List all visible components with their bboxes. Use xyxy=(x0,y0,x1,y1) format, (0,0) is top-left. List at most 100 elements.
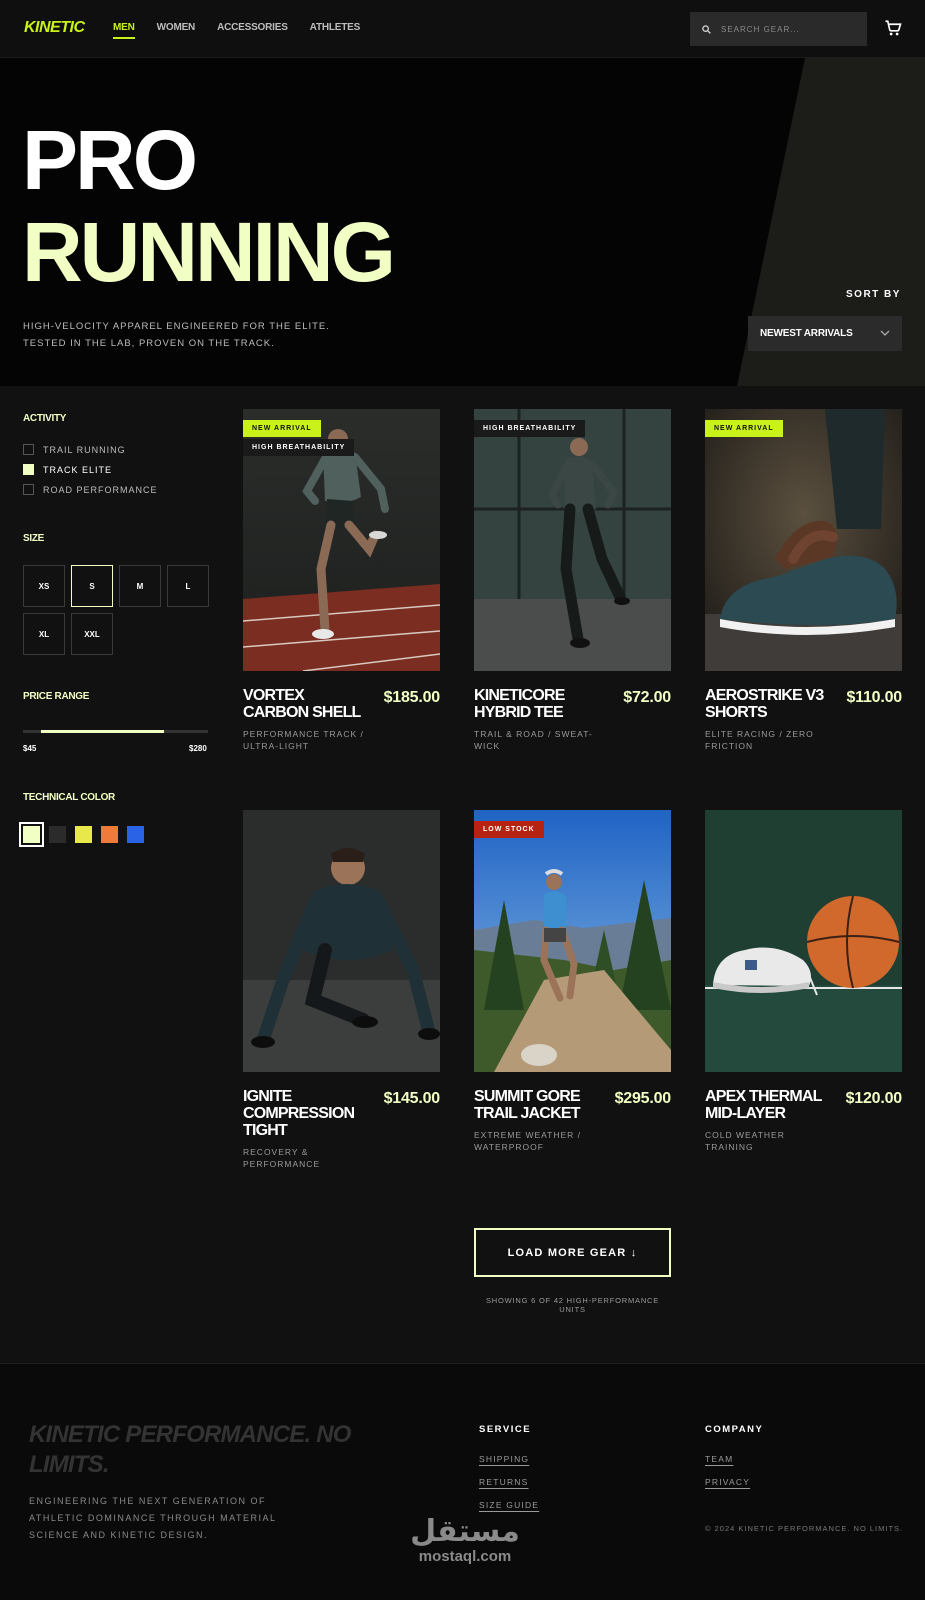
product-price: $72.00 xyxy=(623,689,671,706)
size-option-l[interactable]: L xyxy=(167,565,209,607)
price-min-label: $45 xyxy=(23,744,37,753)
footer-service-heading: SERVICE xyxy=(479,1424,532,1435)
activity-option-trail-running[interactable]: TRAIL RUNNING xyxy=(23,444,126,455)
hero-subtitle-line2: TESTED IN THE LAB, PROVEN ON THE TRACK. xyxy=(23,338,275,349)
product-name[interactable]: VORTEX CARBON SHELL xyxy=(243,687,373,721)
hero-banner: PRO RUNNING HIGH-VELOCITY APPAREL ENGINE… xyxy=(0,58,925,386)
hero-title-line2: RUNNING xyxy=(22,205,396,299)
badge-new-arrival: NEW ARRIVAL xyxy=(243,420,321,437)
search-input[interactable]: SEARCH GEAR... xyxy=(690,12,867,46)
product-category: TRAIL & ROAD / SWEAT-WICK xyxy=(474,729,593,751)
badge-high-breathability: HIGH BREATHABILITY xyxy=(243,439,355,456)
color-swatch-cream[interactable] xyxy=(19,822,44,847)
technical-color-heading: TECHNICAL COLOR xyxy=(23,792,115,803)
product-price: $110.00 xyxy=(846,689,902,706)
hero-title-line1: PRO xyxy=(22,113,198,207)
footer-description: ENGINEERING THE NEXT GENERATION OF ATHLE… xyxy=(29,1496,277,1540)
product-name[interactable]: IGNITE COMPRESSION TIGHT xyxy=(243,1088,373,1139)
product-name[interactable]: AEROSTRIKE V3 SHORTS xyxy=(705,687,835,721)
product-category: ELITE RACING / ZERO FRICTION xyxy=(705,729,814,751)
watermark-arabic: مستقل xyxy=(410,1514,520,1549)
footer-company-heading: COMPANY xyxy=(705,1424,764,1435)
product-image-trail-runner[interactable]: LOW STOCK xyxy=(474,810,671,1072)
product-price: $120.00 xyxy=(845,1090,903,1107)
footer-link-shipping[interactable]: SHIPPING xyxy=(479,1454,529,1464)
product-price: $295.00 xyxy=(614,1090,672,1107)
price-range-heading: PRICE RANGE xyxy=(23,691,90,702)
activity-heading: ACTIVITY xyxy=(23,413,67,424)
checkbox[interactable] xyxy=(23,444,34,455)
footer-link-returns[interactable]: RETURNS xyxy=(479,1477,529,1487)
color-swatch-blue[interactable] xyxy=(127,826,144,843)
size-option-m[interactable]: M xyxy=(119,565,161,607)
footer-link-privacy[interactable]: PRIVACY xyxy=(705,1477,750,1487)
badge-new-arrival: NEW ARRIVAL xyxy=(705,420,783,437)
search-placeholder: SEARCH GEAR... xyxy=(721,24,800,34)
hero-subtitle-line1: HIGH-VELOCITY APPAREL ENGINEERED FOR THE… xyxy=(23,321,330,332)
shoe-and-ball-illustration xyxy=(705,810,902,1072)
footer-link-size-guide[interactable]: SIZE GUIDE xyxy=(479,1500,539,1510)
lacing-shoe-illustration xyxy=(705,409,902,671)
hero-subtitle: HIGH-VELOCITY APPAREL ENGINEERED FOR THE… xyxy=(23,318,343,352)
product-name[interactable]: KINETICORE HYBRID TEE xyxy=(474,687,604,721)
page: KINETIC MEN WOMEN ACCESSORIES ATHLETES S… xyxy=(0,0,925,1600)
activity-option-label: TRAIL RUNNING xyxy=(43,444,126,455)
product-name[interactable]: APEX THERMAL MID-LAYER xyxy=(705,1088,835,1122)
chevron-down-icon xyxy=(880,330,890,336)
sort-label: SORT BY xyxy=(846,289,901,300)
main-nav: MEN WOMEN ACCESSORIES ATHLETES xyxy=(113,22,382,39)
size-option-xs[interactable]: XS xyxy=(23,565,65,607)
checkbox[interactable] xyxy=(23,484,34,495)
product-category: RECOVERY & PERFORMANCE xyxy=(243,1147,321,1169)
product-image-shoe-and-ball[interactable] xyxy=(705,810,902,1072)
trail-runner-illustration xyxy=(474,810,671,1072)
badge-low-stock: LOW STOCK xyxy=(474,821,544,838)
product-image-lacing-shoe[interactable]: NEW ARRIVAL xyxy=(705,409,902,671)
price-range-slider[interactable] xyxy=(23,730,208,733)
product-name[interactable]: SUMMIT GORE TRAIL JACKET xyxy=(474,1088,604,1122)
color-swatch-charcoal[interactable] xyxy=(49,826,66,843)
product-image-runner-indoor[interactable]: HIGH BREATHABILITY xyxy=(474,409,671,671)
product-image-athlete-crouch[interactable] xyxy=(243,810,440,1072)
brand-logo[interactable]: KINETIC xyxy=(24,19,85,37)
sort-selected-value: NEWEST ARRIVALS xyxy=(760,328,853,339)
price-range-fill[interactable] xyxy=(41,730,164,733)
load-more-button[interactable]: LOAD MORE GEAR ↓ xyxy=(474,1228,671,1277)
activity-option-label: ROAD PERFORMANCE xyxy=(43,484,158,495)
product-category: COLD WEATHER TRAINING xyxy=(705,1130,785,1152)
size-option-s[interactable]: S xyxy=(71,565,113,607)
activity-option-track-elite[interactable]: TRACK ELITE xyxy=(23,464,112,475)
footer-link-team[interactable]: TEAM xyxy=(705,1454,733,1464)
activity-option-label: TRACK ELITE xyxy=(43,464,113,475)
footer-tagline: KINETIC PERFORMANCE. NO LIMITS. xyxy=(29,1421,351,1478)
product-category: EXTREME WEATHER / WATERPROOF xyxy=(474,1130,582,1152)
sort-dropdown[interactable]: NEWEST ARRIVALS xyxy=(748,316,902,351)
checkbox-checked[interactable] xyxy=(23,464,34,475)
size-option-xl[interactable]: XL xyxy=(23,613,65,655)
nav-accessories[interactable]: ACCESSORIES xyxy=(217,22,288,33)
mostaql-watermark: مستقل mostaql.com xyxy=(405,1516,525,1566)
color-swatch-orange[interactable] xyxy=(101,826,118,843)
cart-icon[interactable] xyxy=(884,19,902,37)
athlete-crouch-illustration xyxy=(243,810,440,1072)
product-category: PERFORMANCE TRACK / ULTRA-LIGHT xyxy=(243,729,364,751)
size-heading: SIZE xyxy=(23,533,45,544)
search-icon xyxy=(702,24,711,34)
size-option-xxl[interactable]: XXL xyxy=(71,613,113,655)
price-max-label: $280 xyxy=(189,744,207,753)
activity-option-road-performance[interactable]: ROAD PERFORMANCE xyxy=(23,484,158,495)
runner-indoor-illustration xyxy=(474,409,671,671)
product-image-runner-on-track[interactable]: NEW ARRIVAL HIGH BREATHABILITY xyxy=(243,409,440,671)
badge-high-breathability: HIGH BREATHABILITY xyxy=(474,420,586,437)
site-footer: KINETIC PERFORMANCE. NO LIMITS. ENGINEER… xyxy=(0,1363,925,1600)
showing-count-text: SHOWING 6 OF 42 HIGH-PERFORMANCE UNITS xyxy=(485,1296,660,1314)
product-price: $185.00 xyxy=(383,689,441,706)
color-swatch-yellow[interactable] xyxy=(75,826,92,843)
top-header: KINETIC MEN WOMEN ACCESSORIES ATHLETES S… xyxy=(0,0,925,58)
nav-athletes[interactable]: ATHLETES xyxy=(310,22,361,33)
copyright-text: © 2024 KINETIC PERFORMANCE. NO LIMITS. xyxy=(705,1524,904,1533)
nav-men[interactable]: MEN xyxy=(113,22,135,39)
nav-women[interactable]: WOMEN xyxy=(157,22,196,33)
product-price: $145.00 xyxy=(383,1090,441,1107)
watermark-url: mostaql.com xyxy=(418,1548,512,1565)
